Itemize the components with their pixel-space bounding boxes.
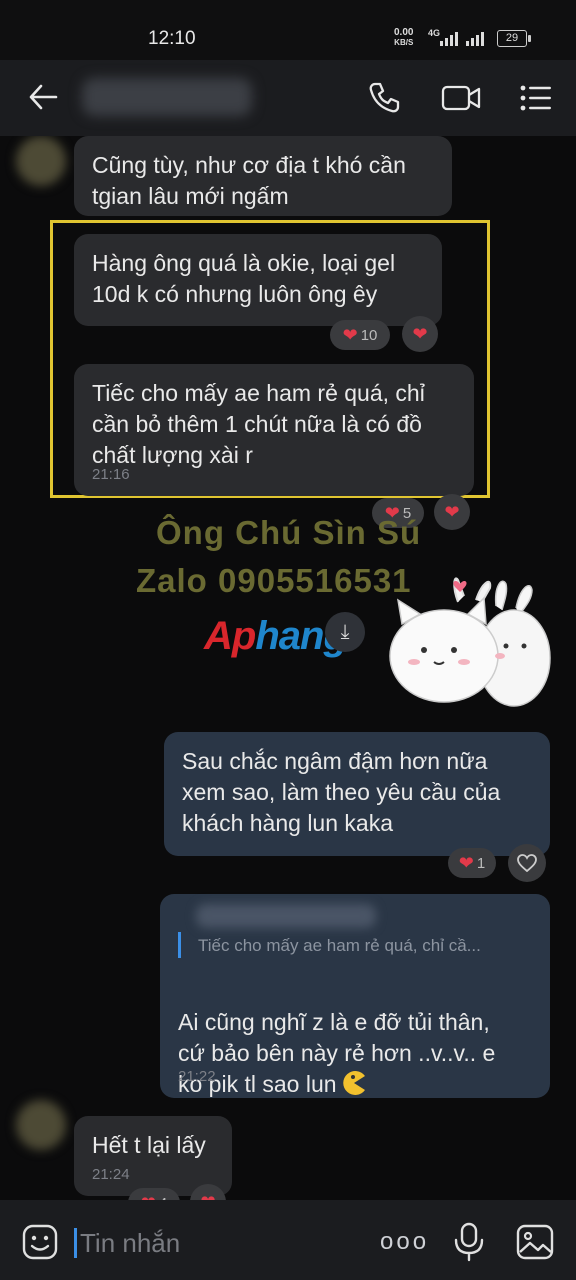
network-speed-unit: KB/S — [394, 38, 414, 47]
status-bar: 12:10 0.00 KB/S 4G 29 — [0, 0, 576, 60]
signal-strength-icon-2 — [466, 32, 484, 46]
heart-icon: ❤ — [412, 324, 428, 344]
message-text: Sau chắc ngâm đậm hơn nữa xem sao, làm t… — [182, 748, 501, 836]
pacman-emoji-icon — [342, 1071, 365, 1095]
heart-icon: ❤ — [458, 853, 474, 873]
message-input-bar: Tin nhắn ooo — [0, 1200, 576, 1280]
message-text: Hết t lại lấy — [92, 1132, 206, 1158]
sender-avatar[interactable] — [16, 1100, 66, 1150]
quoted-message[interactable]: Tiếc cho mấy ae ham rẻ quá, chỉ cầ... — [198, 936, 481, 956]
network-type: 4G — [428, 28, 441, 38]
scroll-down-button[interactable]: ⤓ — [325, 612, 365, 652]
battery-level: 29 — [505, 32, 519, 44]
sender-avatar[interactable] — [16, 136, 66, 186]
heart-react-button[interactable]: ❤ — [434, 494, 470, 530]
message-text-body: Ai cũng nghĩ z là e đỡ tủi thân, cứ bảo … — [178, 1009, 496, 1097]
quote-bar — [178, 932, 181, 958]
list-menu-icon[interactable] — [518, 80, 554, 116]
message-bubble-outgoing[interactable]: Sau chắc ngâm đậm hơn nữa xem sao, làm t… — [164, 732, 550, 856]
video-camera-icon[interactable] — [440, 80, 482, 116]
arrow-down-icon: ⤓ — [340, 621, 350, 643]
status-time: 12:10 — [148, 28, 196, 49]
watermark-line1: Ông Chú Sìn Sú — [156, 514, 422, 551]
message-time: 21:24 — [92, 1166, 130, 1183]
message-input[interactable]: Tin nhắn — [80, 1228, 180, 1259]
message-text: Hàng ông quá là okie, loại gel 10d k có … — [92, 250, 396, 307]
message-bubble[interactable]: Cũng tùy, như cơ địa t khó cần tgian lâu… — [74, 136, 452, 216]
chat-header — [0, 60, 576, 136]
network-speed: 0.00 KB/S — [394, 28, 413, 48]
heart-outline-react-button[interactable] — [508, 844, 546, 882]
heart-icon: ❤ — [342, 325, 358, 345]
heart-outline-icon — [517, 854, 537, 872]
heart-icon: ❤ — [444, 502, 460, 522]
heart-react-button[interactable]: ❤ — [402, 316, 438, 352]
message-text: Tiếc cho mấy ae ham rẻ quá, chỉ cần bỏ t… — [92, 380, 425, 468]
more-options-button[interactable]: ooo — [380, 1228, 429, 1256]
image-icon[interactable] — [516, 1224, 554, 1260]
contact-name-blurred[interactable] — [82, 78, 252, 116]
message-bubble[interactable]: Hàng ông quá là okie, loại gel 10d k có … — [74, 234, 442, 326]
emoji-icon[interactable] — [22, 1224, 58, 1260]
battery-icon: 29 — [497, 30, 531, 47]
message-list[interactable]: Cũng tùy, như cơ địa t khó cần tgian lâu… — [0, 136, 576, 1200]
phone-icon[interactable] — [366, 80, 402, 116]
network-speed-value: 0.00 — [394, 27, 414, 38]
arrow-left-icon[interactable] — [26, 80, 60, 114]
reaction-count-value: 1 — [476, 854, 486, 872]
message-time: 21:16 — [92, 466, 130, 483]
message-text: Cũng tùy, như cơ địa t khó cần tgian lâu… — [92, 152, 406, 209]
reaction-count-value: 10 — [360, 326, 378, 344]
reaction-count[interactable]: ❤4 — [128, 1188, 180, 1200]
message-bubble[interactable]: Tiếc cho mấy ae ham rẻ quá, chỉ cần bỏ t… — [74, 364, 474, 496]
heart-icon: ❤ — [200, 1193, 215, 1200]
reaction-count[interactable]: ❤ 10 — [330, 320, 390, 350]
cat-bunny-sticker[interactable] — [384, 576, 554, 716]
reaction-count[interactable]: ❤ 1 — [448, 848, 496, 878]
microphone-icon[interactable] — [452, 1222, 486, 1262]
message-time: 21:22 — [178, 1068, 216, 1085]
quoted-sender-blurred — [196, 904, 376, 928]
watermark-line2: Zalo 0905516531 — [136, 562, 412, 599]
text-cursor — [74, 1228, 77, 1258]
signal-strength-icon — [440, 32, 458, 46]
